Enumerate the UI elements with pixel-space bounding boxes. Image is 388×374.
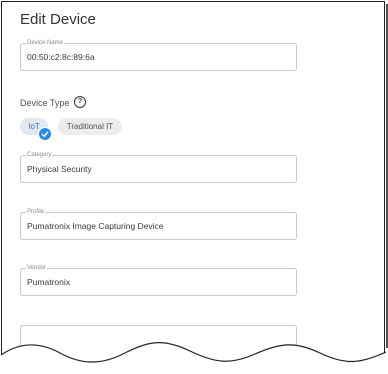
profile-label: Profile — [26, 208, 46, 216]
vendor-field[interactable]: Vendor Pumatronix — [20, 264, 297, 296]
category-value: Physical Security — [27, 164, 92, 174]
device-type-traditional-it-chip[interactable]: Traditional IT — [58, 118, 122, 135]
dialog-title: Edit Device — [20, 11, 96, 28]
profile-value: Pumatronix Image Capturing Device — [27, 221, 164, 231]
traditional-it-chip-label: Traditional IT — [66, 122, 114, 131]
device-name-label: Device Name — [26, 39, 65, 47]
profile-field[interactable]: Profile Pumatronix Image Capturing Devic… — [20, 208, 297, 240]
question-circle-icon[interactable]: ? — [74, 96, 86, 108]
vendor-value: Pumatronix — [27, 277, 70, 287]
checkmark-icon — [38, 127, 52, 141]
device-type-label: Device Type — [20, 98, 70, 108]
category-label: Category — [26, 151, 53, 159]
vendor-label: Vendor — [26, 264, 48, 272]
category-field[interactable]: Category Physical Security — [20, 151, 297, 183]
device-name-value: 00:50:c2:8c:89:6a — [27, 52, 95, 62]
device-name-field[interactable]: Device Name 00:50:c2:8c:89:6a — [20, 39, 297, 71]
torn-edge — [0, 342, 388, 374]
